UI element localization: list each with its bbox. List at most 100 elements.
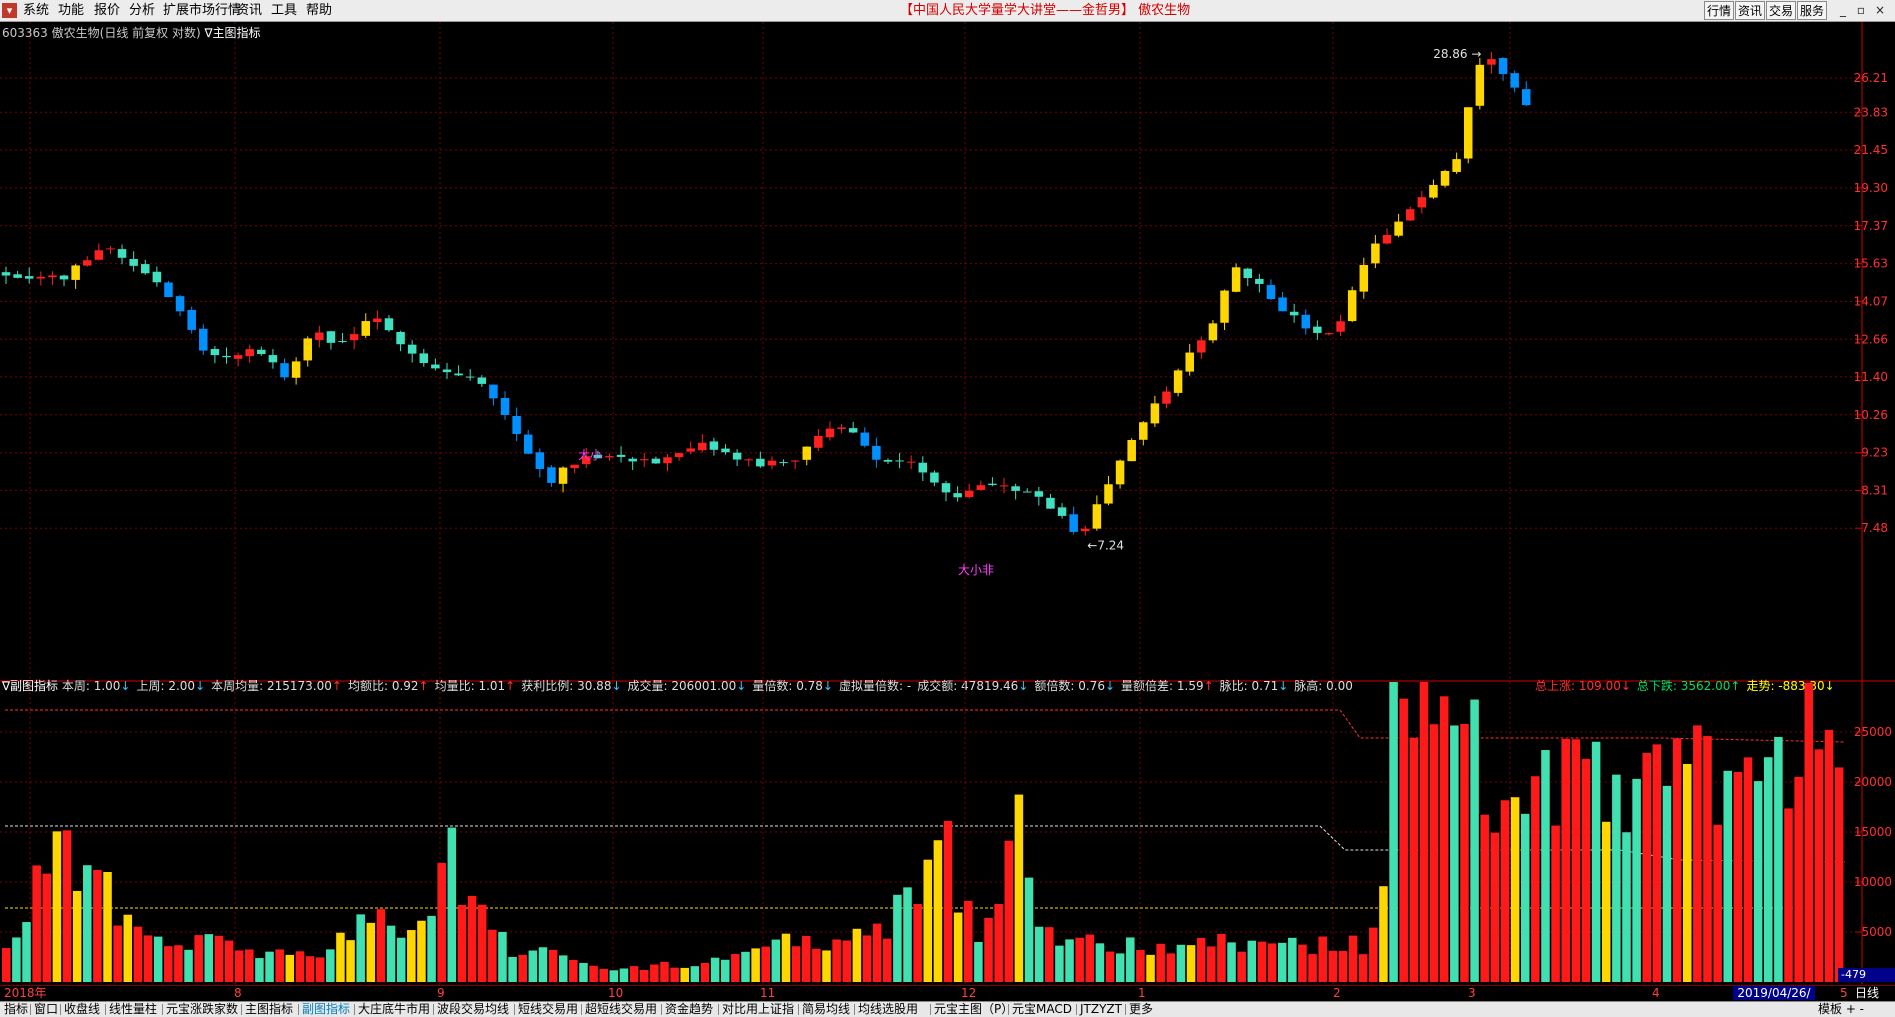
menu-system[interactable]: 系统 bbox=[23, 0, 49, 22]
tab-18[interactable]: 更多 bbox=[1129, 1002, 1153, 1017]
candle-body bbox=[999, 485, 1009, 487]
candle-body bbox=[1405, 209, 1415, 221]
candle-body bbox=[1429, 184, 1438, 198]
volume-bar bbox=[488, 929, 497, 982]
volume-bar bbox=[1186, 945, 1196, 982]
price-chart[interactable]: 26.21 23.83 21.45 19.30 17.37 15.63 14.07 12.66… bbox=[0, 22, 1895, 682]
minimize-icon[interactable]: _ bbox=[1835, 2, 1851, 18]
volume-bar bbox=[396, 937, 406, 982]
candle-body bbox=[500, 398, 510, 415]
volume-bar bbox=[1531, 776, 1540, 982]
tab-1[interactable]: 窗口 bbox=[34, 1002, 58, 1017]
volume-bar bbox=[1642, 752, 1651, 982]
volume-bar bbox=[356, 914, 365, 982]
candle-body bbox=[1092, 504, 1102, 529]
volume-bar bbox=[1551, 825, 1560, 982]
volume-bar bbox=[1733, 771, 1743, 982]
tab-0[interactable]: 指标 bbox=[4, 1002, 28, 1017]
volume-bar bbox=[326, 949, 335, 982]
menu-bar: ▾ 系统 功能 报价 分析 扩展市场行情 资讯 工具 帮助 【中国人民大学量学大… bbox=[0, 0, 1895, 22]
tab-5[interactable]: 主图指标 bbox=[245, 1002, 293, 1017]
volume-bar bbox=[923, 859, 933, 982]
menu-extended-market[interactable]: 扩展市场行情 bbox=[163, 0, 241, 22]
tab-8[interactable]: 波段交易均线 bbox=[437, 1002, 509, 1017]
tab-7[interactable]: 大庄底牛市用 bbox=[358, 1002, 430, 1017]
candle-body bbox=[71, 265, 80, 280]
volume-chart[interactable]: 25000 20000 15000 10000 5000 bbox=[0, 682, 1895, 984]
date-label: 2018年 bbox=[4, 986, 47, 1000]
menu-help[interactable]: 帮助 bbox=[306, 0, 332, 22]
period-label[interactable]: 日线 bbox=[1855, 986, 1879, 1001]
volume-bar bbox=[710, 957, 720, 982]
tab-2[interactable]: 收盘线 bbox=[64, 1002, 100, 1017]
volume-bar bbox=[467, 895, 477, 982]
date-label: 9 bbox=[437, 986, 445, 1000]
candle-body bbox=[825, 428, 835, 438]
trade-button[interactable]: 交易 bbox=[1766, 1, 1796, 20]
volume-bar bbox=[1834, 767, 1844, 982]
tab-separator bbox=[60, 1004, 61, 1015]
volume-bar bbox=[1298, 944, 1307, 982]
candle-body bbox=[895, 460, 904, 462]
date-label: 10 bbox=[608, 986, 624, 1000]
tab-11[interactable]: 资金趋势 bbox=[665, 1002, 713, 1017]
volume-bar bbox=[751, 948, 760, 982]
tab-12[interactable]: 对比用上证指 bbox=[722, 1002, 794, 1017]
candle-body bbox=[315, 332, 324, 340]
volume-bar bbox=[599, 968, 608, 982]
volume-bar bbox=[1662, 785, 1672, 982]
volume-bar bbox=[1217, 933, 1226, 982]
tab-3[interactable]: 线性量柱 bbox=[109, 1002, 157, 1017]
maximize-icon[interactable]: ▫ bbox=[1853, 2, 1869, 18]
volume-bar bbox=[569, 959, 578, 982]
candle-body bbox=[1336, 321, 1345, 332]
candle-body bbox=[106, 248, 115, 250]
tab-separator bbox=[433, 1004, 434, 1015]
volume-bar bbox=[1763, 757, 1773, 982]
tab-15[interactable]: 元宝主图（P） bbox=[934, 1002, 1013, 1017]
menu-quote[interactable]: 报价 bbox=[94, 0, 120, 22]
candle-body bbox=[1104, 484, 1113, 504]
candle-body bbox=[59, 275, 69, 280]
close-icon[interactable]: × bbox=[1872, 2, 1888, 18]
low-price-label: ←7.24 bbox=[1087, 539, 1124, 553]
price-tick-label: 23.83 bbox=[1854, 105, 1888, 119]
volume-bar bbox=[1196, 937, 1206, 982]
volume-bar bbox=[579, 962, 588, 982]
volume-bar bbox=[346, 940, 355, 982]
service-button[interactable]: 服务 bbox=[1797, 1, 1827, 20]
menu-tools[interactable]: 工具 bbox=[271, 0, 297, 22]
candle-body bbox=[82, 260, 92, 266]
app-logo-icon[interactable]: ▾ bbox=[2, 3, 17, 18]
volume-bar bbox=[1095, 943, 1105, 982]
tab-17[interactable]: JTZYZT bbox=[1080, 1002, 1122, 1017]
volume-bar bbox=[386, 925, 396, 982]
volume-bar bbox=[1318, 936, 1327, 982]
tab-9[interactable]: 短线交易用 bbox=[518, 1002, 578, 1017]
volume-bar bbox=[1338, 950, 1348, 982]
info-button[interactable]: 资讯 bbox=[1735, 1, 1765, 20]
volume-bar bbox=[670, 967, 679, 982]
candle-body bbox=[1359, 264, 1369, 292]
volume-bar bbox=[1277, 942, 1287, 982]
tab-separator bbox=[581, 1004, 582, 1015]
template-controls[interactable]: 模板 + - bbox=[1818, 1002, 1864, 1016]
main-indicator-dropdown[interactable]: ∇主图指标 bbox=[204, 26, 260, 40]
menu-analysis[interactable]: 分析 bbox=[129, 0, 155, 22]
volume-bar bbox=[1703, 736, 1712, 982]
tab-10[interactable]: 超短线交易用 bbox=[585, 1002, 657, 1017]
menu-function[interactable]: 功能 bbox=[58, 0, 84, 22]
volume-bar bbox=[1024, 877, 1034, 982]
tab-16[interactable]: 元宝MACD bbox=[1012, 1002, 1072, 1017]
tab-13[interactable]: 简易均线 bbox=[802, 1002, 850, 1017]
tab-14[interactable]: 均线选股用 bbox=[858, 1002, 918, 1017]
candle-body bbox=[233, 355, 243, 359]
volume-bar bbox=[1541, 750, 1550, 982]
tab-4[interactable]: 元宝涨跌家数 bbox=[166, 1002, 238, 1017]
date-label: 1 bbox=[1138, 986, 1146, 1000]
menu-info[interactable]: 资讯 bbox=[236, 0, 262, 22]
candle-body bbox=[1208, 323, 1218, 341]
tab-6[interactable]: 副图指标 bbox=[302, 1002, 350, 1017]
quote-button[interactable]: 行情 bbox=[1704, 1, 1734, 20]
volume-bar bbox=[690, 966, 700, 982]
